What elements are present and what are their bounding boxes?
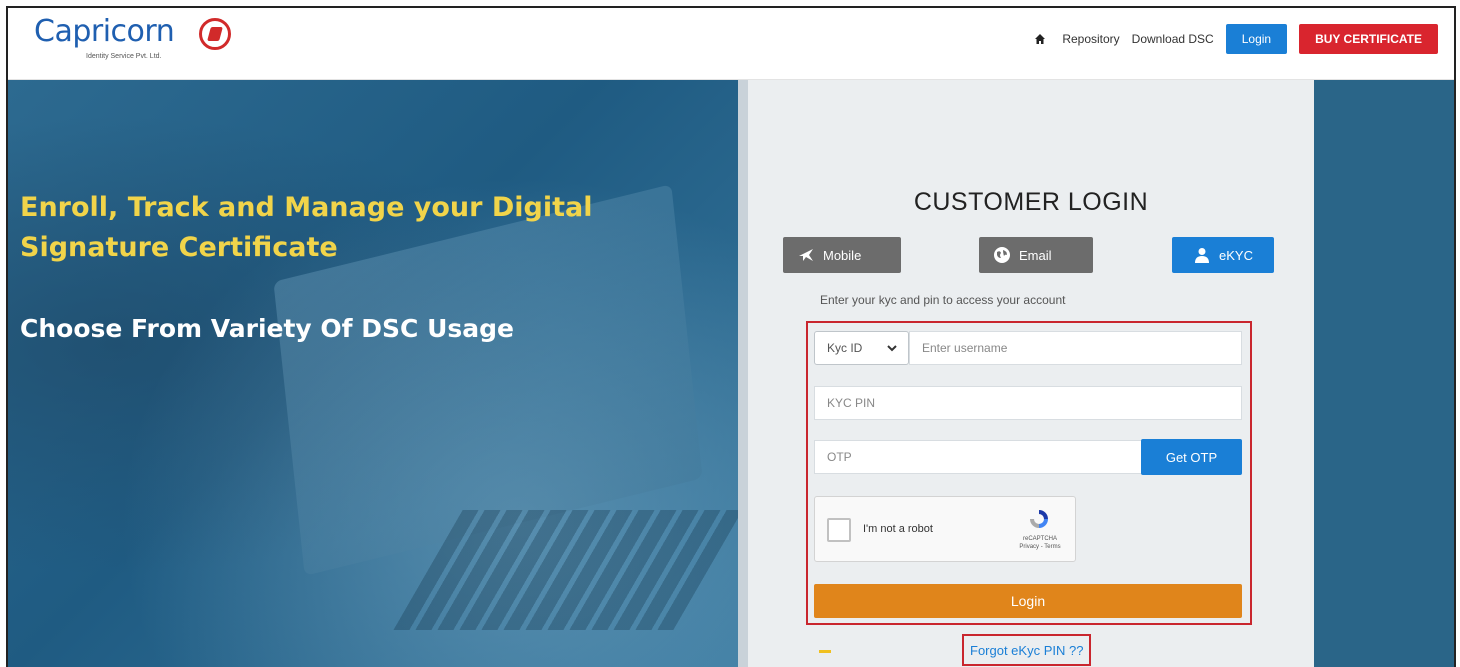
header: Capricorn Identity Service Pvt. Ltd. Rep…	[8, 8, 1454, 80]
username-input[interactable]: Enter username	[909, 331, 1242, 365]
logo-mark-icon	[199, 18, 231, 50]
id-type-value: Kyc ID	[827, 341, 863, 355]
recaptcha-widget: I'm not a robot reCAPTCHA Privacy - Term…	[814, 496, 1076, 562]
top-nav: Repository Download DSC Login BUY CERTIF…	[1030, 23, 1438, 55]
tab-email[interactable]: Email	[979, 237, 1093, 273]
buy-certificate-button[interactable]: BUY CERTIFICATE	[1299, 24, 1438, 54]
logo[interactable]: Capricorn Identity Service Pvt. Ltd.	[34, 14, 264, 70]
kyc-pin-input[interactable]: KYC PIN	[814, 386, 1242, 420]
browser-frame: Capricorn Identity Service Pvt. Ltd. Rep…	[6, 6, 1456, 667]
nav-repository-link[interactable]: Repository	[1062, 32, 1119, 46]
panel-divider	[738, 80, 748, 667]
login-hint: Enter your kyc and pin to access your ac…	[820, 293, 1066, 307]
user-icon	[1193, 246, 1211, 264]
forgot-ekyc-pin-link[interactable]: Forgot eKyc PIN ??	[962, 634, 1092, 666]
recaptcha-links[interactable]: Privacy - Terms	[1009, 543, 1071, 551]
recaptcha-brand: reCAPTCHA Privacy - Terms	[1009, 535, 1071, 551]
login-submit-button[interactable]: Login	[814, 584, 1242, 618]
tab-email-label: Email	[1019, 247, 1052, 263]
nav-login-button[interactable]: Login	[1225, 24, 1288, 54]
recaptcha-icon	[1027, 507, 1051, 531]
hero-banner: Enroll, Track and Manage your Digital Si…	[8, 80, 743, 667]
recaptcha-checkbox[interactable]	[827, 518, 851, 542]
hero-headline: Enroll, Track and Manage your Digital Si…	[20, 192, 593, 263]
get-otp-button[interactable]: Get OTP	[1141, 439, 1242, 475]
id-type-select[interactable]: Kyc ID	[814, 331, 909, 365]
logo-wordmark: Capricorn	[34, 14, 175, 49]
tab-mobile-label: Mobile	[823, 247, 862, 263]
right-background-strip	[1314, 80, 1454, 667]
nav-download-dsc-link[interactable]: Download DSC	[1132, 32, 1214, 46]
tab-ekyc-label: eKYC	[1219, 247, 1253, 263]
tab-ekyc[interactable]: eKYC	[1172, 237, 1274, 273]
decorative-dash	[819, 650, 831, 653]
recaptcha-label: I'm not a robot	[863, 523, 933, 535]
plane-icon	[797, 246, 815, 264]
globe-icon	[993, 246, 1011, 264]
hero-subheadline: Choose From Variety Of DSC Usage	[20, 314, 514, 343]
login-panel: CUSTOMER LOGIN Mobile Email eKYC Enter y…	[748, 80, 1314, 667]
recaptcha-brand-name: reCAPTCHA	[1022, 536, 1057, 542]
home-icon[interactable]	[1030, 29, 1050, 49]
otp-input[interactable]: OTP	[814, 440, 1144, 474]
ekyc-form: Kyc ID Enter username KYC PIN OTP Get OT…	[806, 321, 1252, 625]
chevron-down-icon	[886, 342, 898, 357]
logo-subtitle: Identity Service Pvt. Ltd.	[86, 53, 162, 60]
login-title: CUSTOMER LOGIN	[913, 188, 1149, 216]
tab-mobile[interactable]: Mobile	[783, 237, 901, 273]
